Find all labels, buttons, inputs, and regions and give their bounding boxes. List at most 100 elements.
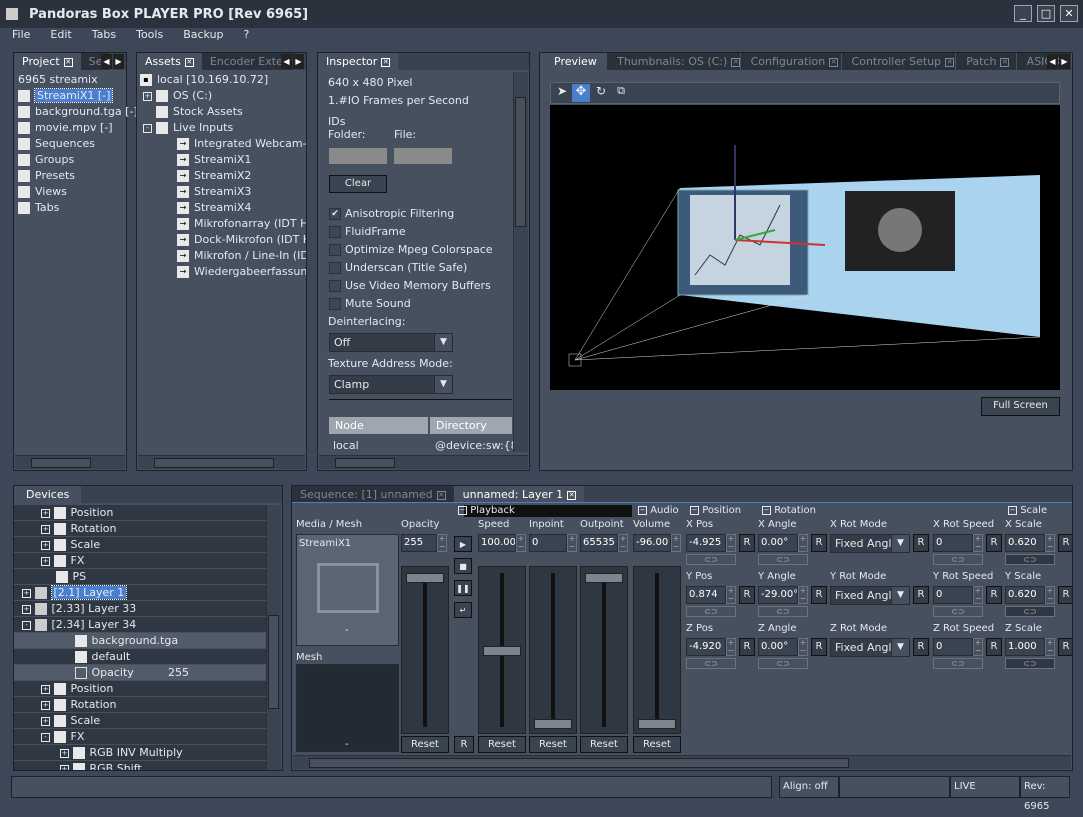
transport-reset-button[interactable]: R: [454, 736, 474, 753]
option-checkbox[interactable]: ✔ Anisotropic Filtering: [329, 206, 454, 222]
devices-vscroll[interactable]: [266, 505, 281, 770]
playback-section[interactable]: − Playback: [454, 505, 515, 516]
outpoint-field[interactable]: 65535: [580, 534, 618, 552]
tab-left-icon[interactable]: ◀: [101, 54, 112, 69]
option-checkbox[interactable]: FluidFrame: [329, 224, 406, 240]
asset-item[interactable]: → StreamiX2: [177, 168, 251, 184]
param-reset-button[interactable]: R: [739, 638, 755, 656]
device-row[interactable]: + Position: [14, 505, 266, 521]
param-reset-button[interactable]: R: [1058, 586, 1072, 604]
asset-item[interactable]: → StreamiX4: [177, 200, 251, 216]
link-icon[interactable]: ⊂⊃: [1005, 606, 1055, 617]
stepper[interactable]: + −: [798, 534, 808, 552]
param-reset-button[interactable]: R: [986, 534, 1002, 552]
param-field[interactable]: 0: [933, 534, 973, 552]
maximize-button[interactable]: □: [1037, 5, 1055, 22]
device-row[interactable]: + Scale: [14, 537, 266, 553]
tab-layer[interactable]: unnamed: Layer 1 ✕: [454, 486, 585, 502]
inspector-vscroll[interactable]: [513, 72, 528, 452]
tab-sequence[interactable]: Sequence: [1] unnamed ✕: [292, 486, 455, 502]
menu-3[interactable]: Tools: [128, 28, 171, 45]
full-screen-button[interactable]: Full Screen: [981, 397, 1060, 416]
volume-field[interactable]: -96.00 dB: [633, 534, 671, 552]
outpoint-fader[interactable]: [580, 566, 628, 734]
opacity-fader[interactable]: [401, 566, 449, 734]
param-field[interactable]: -4.925: [686, 534, 726, 552]
param-reset-button[interactable]: R: [811, 586, 827, 604]
link-icon[interactable]: ⊂⊃: [686, 658, 736, 669]
layer-hscroll[interactable]: [293, 755, 1071, 769]
scale-section[interactable]: − Scale: [1004, 505, 1047, 516]
device-row[interactable]: + Scale: [14, 713, 266, 729]
link-icon[interactable]: ⊂⊃: [686, 606, 736, 617]
param-reset-button[interactable]: R: [1058, 638, 1072, 656]
param-reset-button[interactable]: R: [913, 534, 929, 552]
param-reset-button[interactable]: R: [739, 534, 755, 552]
speed-field[interactable]: 100.00 %: [478, 534, 516, 552]
param-field[interactable]: 0.00°: [758, 638, 798, 656]
link-icon[interactable]: ⊂⊃: [758, 554, 808, 565]
param-field[interactable]: 0.620: [1005, 586, 1045, 604]
deinterlacing-select[interactable]: Off ▼: [329, 333, 453, 352]
media-slot[interactable]: StreamiX1 -: [296, 534, 399, 646]
param-reset-button[interactable]: R: [986, 586, 1002, 604]
close-button[interactable]: ✕: [1060, 5, 1078, 22]
project-item[interactable]: movie.mpv [-]: [18, 120, 113, 136]
menu-4[interactable]: Backup: [175, 28, 231, 45]
stepper[interactable]: + −: [973, 586, 983, 604]
tab-preview-2[interactable]: Configuration ✕: [740, 53, 842, 70]
tab-preview-3[interactable]: Controller Setup ✕: [841, 53, 957, 70]
device-row[interactable]: PS: [14, 569, 266, 585]
tab-left-icon[interactable]: ◀: [281, 54, 292, 69]
stop-icon[interactable]: ■: [454, 558, 472, 574]
project-hscroll[interactable]: [15, 455, 125, 469]
play-icon[interactable]: ▶: [454, 536, 472, 552]
asset-item[interactable]: →Wiedergabeerfassung (I: [177, 264, 306, 280]
inspector-hscroll[interactable]: [319, 455, 528, 469]
stepper[interactable]: + −: [1045, 586, 1055, 604]
menu-2[interactable]: Tabs: [84, 28, 124, 45]
link-icon[interactable]: ⊂⊃: [1005, 554, 1055, 565]
param-reset-button[interactable]: R: [913, 638, 929, 656]
device-row[interactable]: + [2.33] Layer 33: [14, 601, 266, 617]
tab-preview-0[interactable]: Preview: [540, 53, 608, 70]
opacity-field[interactable]: 255: [401, 534, 437, 552]
inpoint-field[interactable]: 0: [529, 534, 567, 552]
tab-preview-1[interactable]: Thumbnails: OS (C:) ✕: [607, 53, 741, 70]
tab-project[interactable]: Project ✕: [14, 53, 81, 70]
param-field[interactable]: 0: [933, 586, 973, 604]
device-row[interactable]: default: [14, 649, 266, 665]
link-icon[interactable]: ⊂⊃: [933, 658, 983, 669]
opacity-reset-button[interactable]: Reset: [401, 736, 449, 753]
tab-right-icon[interactable]: ▶: [293, 54, 304, 69]
project-item[interactable]: Presets: [18, 168, 75, 184]
project-item[interactable]: Groups: [18, 152, 74, 168]
mesh-slot[interactable]: -: [296, 664, 399, 752]
param-reset-button[interactable]: R: [811, 638, 827, 656]
asset-item[interactable]: → StreamiX1: [177, 152, 251, 168]
param-field[interactable]: 0.620: [1005, 534, 1045, 552]
device-row[interactable]: - [2.34] Layer 34: [14, 617, 266, 633]
tab-right-icon[interactable]: ▶: [1059, 54, 1070, 69]
stepper[interactable]: + −: [1045, 638, 1055, 656]
project-item[interactable]: Sequences: [18, 136, 95, 152]
project-item[interactable]: Tabs: [18, 200, 59, 216]
outpoint-reset-button[interactable]: Reset: [580, 736, 628, 753]
param-reset-button[interactable]: R: [986, 638, 1002, 656]
directory-header[interactable]: Directory: [430, 417, 512, 434]
param-reset-button[interactable]: R: [811, 534, 827, 552]
asset-item[interactable]: →Mikrofonarray (IDT High: [177, 216, 306, 232]
stepper[interactable]: + −: [437, 534, 447, 552]
menu-0[interactable]: File: [4, 28, 38, 45]
stepper[interactable]: + −: [726, 586, 736, 604]
texture-select[interactable]: Clamp ▼: [329, 375, 453, 394]
option-checkbox[interactable]: Mute Sound: [329, 296, 411, 312]
assets-hscroll[interactable]: [138, 455, 305, 469]
project-item[interactable]: background.tga [-]: [18, 104, 138, 120]
menu-5[interactable]: ?: [236, 28, 258, 45]
link-icon[interactable]: ⊂⊃: [1005, 658, 1055, 669]
pointer-icon[interactable]: ➤: [553, 84, 571, 102]
param-field[interactable]: -29.00°: [758, 586, 798, 604]
stepper[interactable]: + −: [516, 534, 526, 552]
param-field[interactable]: 0.874: [686, 586, 726, 604]
